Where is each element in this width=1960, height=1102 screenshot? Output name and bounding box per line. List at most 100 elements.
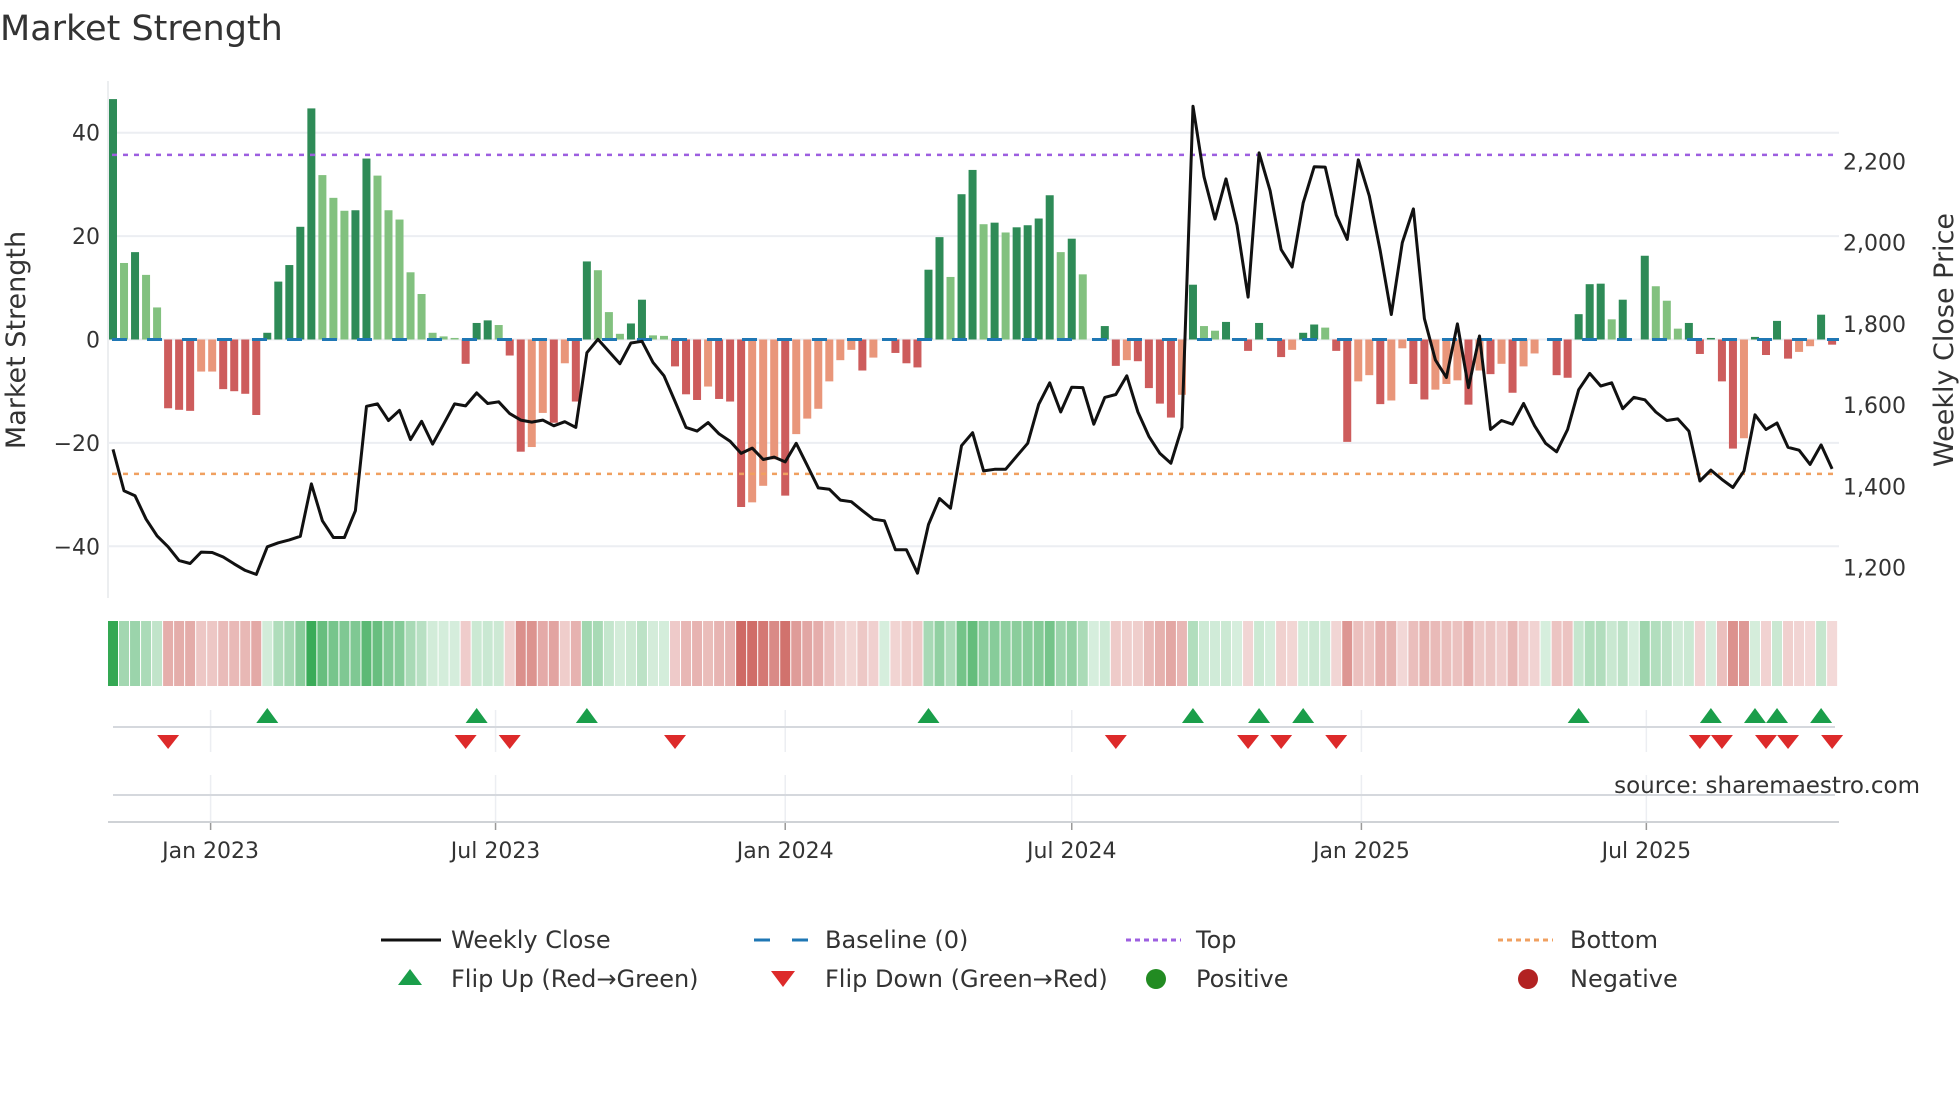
negative-bar bbox=[549, 339, 558, 423]
heat-cell bbox=[515, 621, 526, 686]
positive-bar bbox=[626, 323, 635, 340]
heat-cell bbox=[1794, 621, 1805, 686]
positive-bar bbox=[362, 158, 371, 340]
negative-bar bbox=[792, 339, 801, 435]
heat-cell bbox=[504, 621, 515, 686]
legend-label: Flip Down (Green→Red) bbox=[825, 965, 1108, 993]
heat-cell bbox=[769, 621, 780, 686]
heat-cell bbox=[394, 621, 405, 686]
positive-bar bbox=[1255, 322, 1264, 340]
heat-cell bbox=[1375, 621, 1386, 686]
positive-bar bbox=[1618, 299, 1627, 340]
heat-cell bbox=[438, 621, 449, 686]
positive-bar bbox=[1773, 320, 1782, 340]
heat-cell bbox=[1727, 621, 1738, 686]
legend-label: Baseline (0) bbox=[825, 926, 968, 954]
y2-tick-label: 1,600 bbox=[1843, 394, 1906, 419]
negative-bar bbox=[858, 339, 867, 371]
circle-icon bbox=[1146, 969, 1166, 989]
positive-bar bbox=[1321, 327, 1330, 340]
negative-bar bbox=[1519, 339, 1528, 367]
heat-cell bbox=[1661, 621, 1672, 686]
negative-bar bbox=[1552, 339, 1561, 376]
negative-bar bbox=[241, 339, 250, 394]
negative-bar bbox=[1717, 339, 1726, 382]
heat-cell bbox=[1154, 621, 1165, 686]
y-tick-label: 20 bbox=[72, 225, 100, 250]
heat-cell bbox=[1331, 621, 1342, 686]
legend-item-top: Top bbox=[1126, 926, 1237, 954]
negative-bar bbox=[1277, 339, 1286, 358]
heat-cell bbox=[1254, 621, 1265, 686]
negative-bar bbox=[175, 339, 184, 410]
y2-tick-label: 1,400 bbox=[1843, 475, 1906, 500]
x-tick-label: Jan 2024 bbox=[735, 839, 834, 864]
flip-down-triangle-icon bbox=[1821, 735, 1844, 749]
positive-bar bbox=[1585, 284, 1594, 340]
positive-bar bbox=[1662, 300, 1671, 340]
heat-cell bbox=[1529, 621, 1540, 686]
heat-cell bbox=[1408, 621, 1419, 686]
heat-cell bbox=[361, 621, 372, 686]
heat-cell bbox=[306, 621, 317, 686]
positive-bar bbox=[494, 325, 503, 340]
heat-cell bbox=[108, 621, 118, 686]
heat-cell bbox=[262, 621, 273, 686]
heat-cell bbox=[1110, 621, 1121, 686]
heat-cell bbox=[1672, 621, 1683, 686]
source-label: source: sharemaestro.com bbox=[1614, 773, 1920, 799]
y-tick-label: −20 bbox=[54, 432, 100, 457]
heat-cell bbox=[945, 621, 956, 686]
positive-bar bbox=[450, 337, 459, 340]
heat-cell bbox=[967, 621, 978, 686]
positive-bar bbox=[351, 210, 360, 340]
heat-cell bbox=[229, 621, 240, 686]
heat-cell bbox=[1088, 621, 1099, 686]
flip-up-triangle-icon bbox=[1699, 708, 1722, 723]
heat-cell bbox=[1165, 621, 1176, 686]
x-tick-label: Jul 2023 bbox=[449, 839, 541, 864]
positive-bar bbox=[131, 252, 140, 340]
negative-bar bbox=[913, 339, 922, 368]
negative-bar bbox=[1111, 339, 1120, 366]
positive-bar bbox=[483, 320, 492, 340]
negative-bar bbox=[1288, 339, 1297, 350]
heat-cell bbox=[725, 621, 736, 686]
flip-up-triangle-icon bbox=[575, 708, 598, 723]
flip-up-triangle-icon bbox=[1567, 708, 1590, 723]
positive-bar bbox=[1574, 314, 1583, 340]
heat-cell bbox=[328, 621, 339, 686]
heat-cell bbox=[1562, 621, 1573, 686]
negative-bar bbox=[219, 339, 228, 390]
heat-cell bbox=[1386, 621, 1397, 686]
positive-bar bbox=[318, 175, 327, 340]
positive-bar bbox=[957, 194, 966, 340]
heat-cell bbox=[1033, 621, 1044, 686]
heat-cell bbox=[1463, 621, 1474, 686]
heat-cell bbox=[1232, 621, 1243, 686]
negative-bar bbox=[1365, 339, 1374, 376]
negative-bar bbox=[726, 339, 735, 402]
negative-bar bbox=[1739, 339, 1748, 439]
heat-cell bbox=[471, 621, 482, 686]
legend-label: Positive bbox=[1196, 965, 1289, 993]
flip-down-triangle-icon bbox=[454, 735, 477, 749]
legend-item-flip-up: Flip Up (Red→Green) bbox=[398, 965, 699, 993]
flip-down-triangle-icon bbox=[1688, 735, 1711, 749]
heat-cell bbox=[956, 621, 967, 686]
y2-tick-label: 1,200 bbox=[1843, 557, 1906, 582]
heat-cell bbox=[405, 621, 416, 686]
positive-bar bbox=[1673, 328, 1682, 340]
legend-label: Weekly Close bbox=[451, 926, 611, 954]
heat-cell bbox=[196, 621, 207, 686]
legend-label: Bottom bbox=[1570, 926, 1658, 954]
flip-down-triangle-icon bbox=[157, 735, 180, 749]
positive-bar bbox=[582, 261, 591, 340]
heat-cell bbox=[681, 621, 692, 686]
positive-bar bbox=[395, 219, 404, 340]
positive-bar bbox=[1067, 238, 1076, 340]
negative-bar bbox=[516, 339, 525, 452]
heat-cell bbox=[1441, 621, 1452, 686]
negative-bar bbox=[781, 339, 790, 496]
heat-cell bbox=[714, 621, 725, 686]
